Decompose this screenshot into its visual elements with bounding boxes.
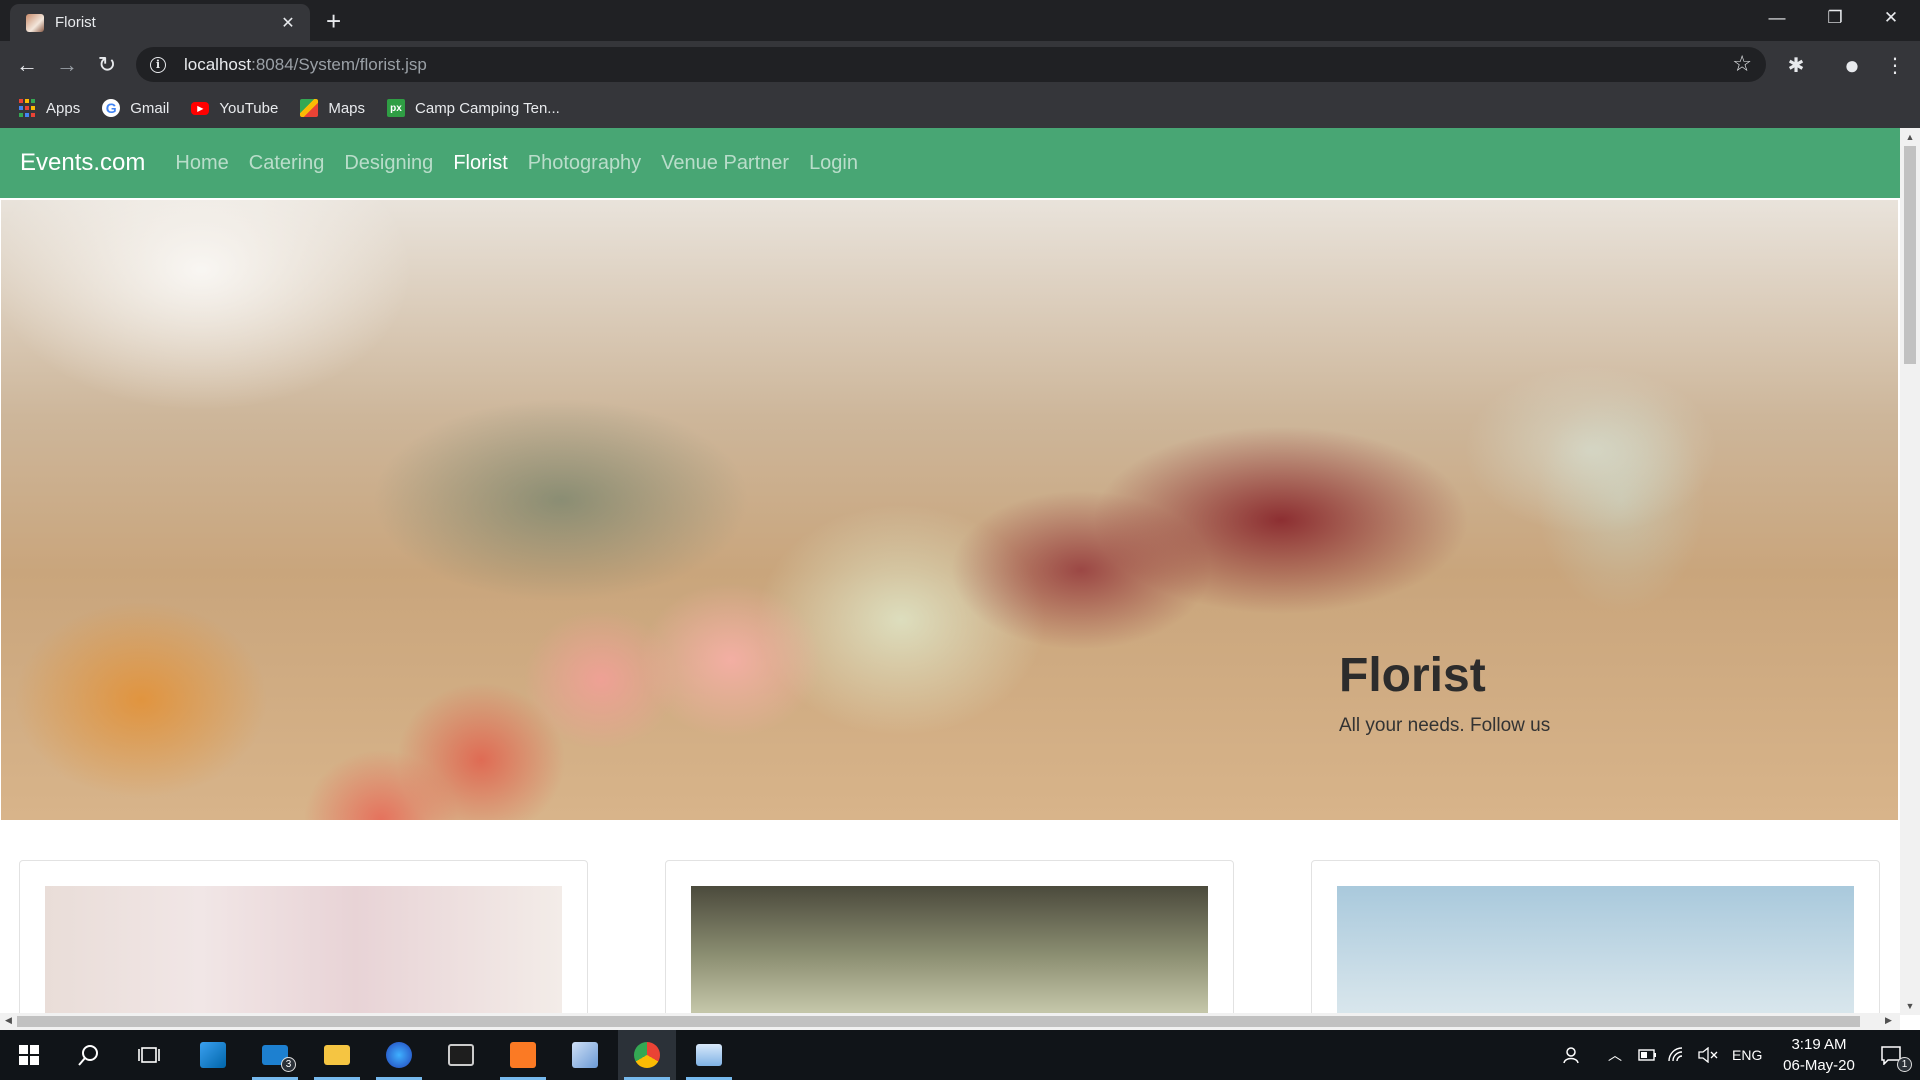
xampp-icon[interactable] [494,1030,552,1080]
bookmark-apps[interactable]: Apps [18,99,80,117]
address-bar[interactable]: i localhost :8084/System/florist.jsp ☆ [136,47,1766,82]
hero-caption: Florist All your needs. Follow us [1339,648,1550,737]
browser-toolbar: ← → ↻ i localhost :8084/System/florist.j… [0,41,1920,88]
windows-taskbar: 3 ︿ ENG 3:19 AM 06-May-20 1 [0,1030,1920,1080]
scroll-right-arrow-icon[interactable]: ▶ [1885,1015,1892,1026]
browser-tab[interactable]: Florist ✕ [10,4,310,41]
page-viewport: Events.com Home Catering Designing Flori… [0,128,1900,1015]
vscode-icon[interactable] [184,1030,242,1080]
bookmarks-bar: Apps G Gmail ▶ YouTube Maps px Camp Camp… [0,88,1920,128]
vertical-scroll-thumb[interactable] [1904,146,1916,364]
window-close-button[interactable]: ✕ [1862,0,1920,36]
nav-link-designing[interactable]: Designing [344,152,433,175]
photos-icon[interactable] [680,1030,738,1080]
hero-title: Florist [1339,649,1486,702]
horizontal-scrollbar[interactable]: ◀ ▶ [0,1013,1900,1030]
sky-image [1337,886,1854,1015]
battery-icon[interactable] [1638,1030,1658,1080]
bookmark-label: Apps [46,99,81,117]
clock-date: 06-May-20 [1783,1057,1855,1074]
browser-tab-strip: Florist ✕ + — ❐ ✕ [0,0,1920,41]
extension-icon[interactable]: ✱ [1781,50,1811,80]
bookmark-maps[interactable]: Maps [300,99,365,117]
flower-wall-image [691,886,1208,1015]
nav-link-venue-partner[interactable]: Venue Partner [661,152,789,175]
tab-close-icon[interactable]: ✕ [278,13,298,33]
tab-title: Florist [55,14,96,31]
virtualbox-icon[interactable] [556,1030,614,1080]
maps-icon [300,99,319,117]
service-card[interactable] [19,860,588,1015]
bookmark-label: Maps [328,99,366,117]
reload-button[interactable]: ↻ [92,50,122,80]
hero-subtitle: All your needs. Follow us [1339,715,1551,736]
people-icon[interactable] [1562,1030,1582,1080]
notification-count: 1 [1897,1057,1912,1072]
horizontal-scroll-thumb[interactable] [17,1016,1860,1027]
site-navbar: Events.com Home Catering Designing Flori… [0,128,1900,198]
px-icon: px [387,99,406,117]
bookmark-label: YouTube [219,99,279,117]
language-indicator[interactable]: ENG [1732,1030,1762,1080]
hero-flowers-image: Florist All your needs. Follow us [1,200,1898,820]
mail-badge: 3 [281,1057,296,1072]
back-button[interactable]: ← [12,50,42,80]
firefox-dev-icon[interactable] [370,1030,428,1080]
volume-muted-icon[interactable] [1698,1030,1718,1080]
scroll-down-arrow-icon[interactable]: ▼ [1900,1001,1920,1011]
youtube-icon: ▶ [191,101,210,115]
task-view-icon[interactable] [120,1030,178,1080]
chrome-icon[interactable] [618,1030,676,1080]
file-explorer-icon[interactable] [308,1030,366,1080]
nav-link-home[interactable]: Home [175,152,228,175]
scroll-left-arrow-icon[interactable]: ◀ [5,1015,12,1026]
search-icon[interactable] [60,1030,118,1080]
restore-button[interactable]: ❐ [1806,0,1864,36]
bookmark-youtube[interactable]: ▶ YouTube [191,100,278,117]
nav-link-login[interactable]: Login [809,152,858,175]
chrome-menu-icon[interactable]: ⋮ [1880,50,1910,80]
site-brand-link[interactable]: Events.com [20,149,145,177]
bookmark-gmail[interactable]: G Gmail [102,99,169,117]
bookmark-label: Camp Camping Ten... [415,99,560,117]
florist-favicon-icon [26,13,44,32]
scroll-up-arrow-icon[interactable]: ▲ [1900,132,1920,142]
profile-icon[interactable]: ● [1837,50,1867,80]
minimize-button[interactable]: — [1748,0,1806,36]
site-info-icon[interactable]: i [150,56,166,73]
vertical-scrollbar[interactable]: ▲ ▼ [1900,128,1920,1015]
show-hidden-icons-chevron-icon[interactable]: ︿ [1608,1030,1622,1080]
nav-link-florist[interactable]: Florist [453,152,507,175]
service-card[interactable] [665,860,1234,1015]
forward-button[interactable]: → [52,50,82,80]
bouquet-image [45,886,562,1015]
nav-link-catering[interactable]: Catering [249,152,325,175]
mail-icon[interactable]: 3 [246,1030,304,1080]
nav-link-photography[interactable]: Photography [528,152,641,175]
start-button-windows-icon[interactable] [0,1030,58,1080]
url-path: :8084/System/florist.jsp [251,54,427,74]
wifi-icon[interactable] [1668,1030,1686,1080]
apps-grid-icon [18,99,36,117]
action-center-icon[interactable]: 1 [1862,1030,1920,1080]
clock-time: 3:19 AM [1791,1036,1847,1053]
terminal-icon[interactable] [432,1030,490,1080]
service-card[interactable] [1311,860,1880,1015]
system-clock[interactable]: 3:19 AM 06-May-20 [1764,1034,1874,1076]
bookmark-camp[interactable]: px Camp Camping Ten... [387,99,560,117]
url-host: localhost [184,54,252,74]
bookmark-label: Gmail [130,99,170,117]
google-icon: G [102,99,121,117]
new-tab-button[interactable]: + [326,8,341,34]
bookmark-star-icon[interactable]: ☆ [1732,51,1752,77]
